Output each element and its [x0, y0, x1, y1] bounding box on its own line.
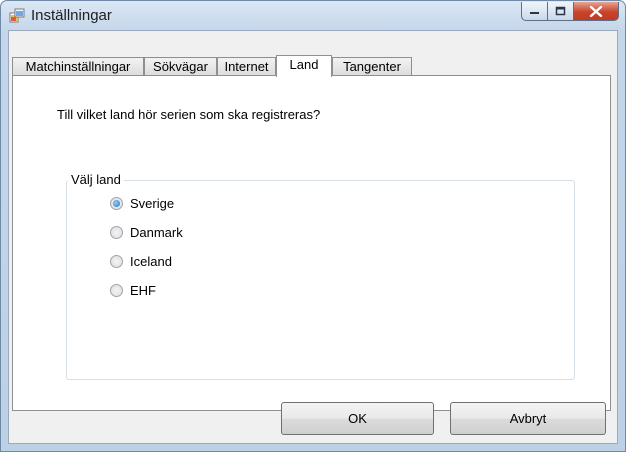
- minimize-button[interactable]: [521, 2, 548, 21]
- radio-icon[interactable]: [110, 283, 123, 297]
- radio-label-ehf[interactable]: EHF: [130, 283, 156, 298]
- window-app-icon: [9, 8, 25, 23]
- land-tab-page: Till vilket land hör serien som ska regi…: [12, 75, 611, 411]
- cancel-button[interactable]: Avbryt: [450, 402, 606, 435]
- tab-internet[interactable]: Internet: [217, 57, 276, 76]
- radio-iceland[interactable]: Iceland: [110, 252, 172, 270]
- country-question: Till vilket land hör serien som ska regi…: [57, 107, 321, 122]
- radio-danmark[interactable]: Danmark: [110, 223, 183, 241]
- tab-sokvagar[interactable]: Sökvägar: [144, 57, 217, 76]
- caption-buttons: [521, 2, 619, 22]
- close-button[interactable]: [574, 2, 619, 21]
- radio-label-iceland[interactable]: Iceland: [130, 254, 172, 269]
- minimize-icon: [530, 12, 539, 14]
- radio-label-danmark[interactable]: Danmark: [130, 225, 183, 240]
- ok-button[interactable]: OK: [281, 402, 434, 435]
- radio-icon[interactable]: [110, 196, 123, 210]
- maximize-button[interactable]: [548, 2, 574, 21]
- country-group-label: Välj land: [68, 172, 124, 187]
- dialog-client-area: Matchinställningar Sökvägar Internet Lan…: [8, 30, 618, 444]
- radio-ehf[interactable]: EHF: [110, 281, 156, 299]
- radio-icon[interactable]: [110, 225, 123, 239]
- radio-label-sverige[interactable]: Sverige: [130, 196, 174, 211]
- radio-icon[interactable]: [110, 254, 123, 268]
- tab-land[interactable]: Land: [276, 55, 332, 77]
- maximize-icon: [555, 6, 566, 16]
- title-bar[interactable]: Inställningar: [1, 1, 625, 29]
- radio-sverige[interactable]: Sverige: [110, 194, 174, 212]
- tab-tangenter[interactable]: Tangenter: [332, 57, 412, 76]
- settings-window: Inställningar Matchinställningar Sökväga…: [0, 0, 626, 452]
- close-icon: [589, 5, 603, 17]
- tab-matchinstallningar[interactable]: Matchinställningar: [12, 57, 144, 76]
- window-title: Inställningar: [31, 7, 112, 24]
